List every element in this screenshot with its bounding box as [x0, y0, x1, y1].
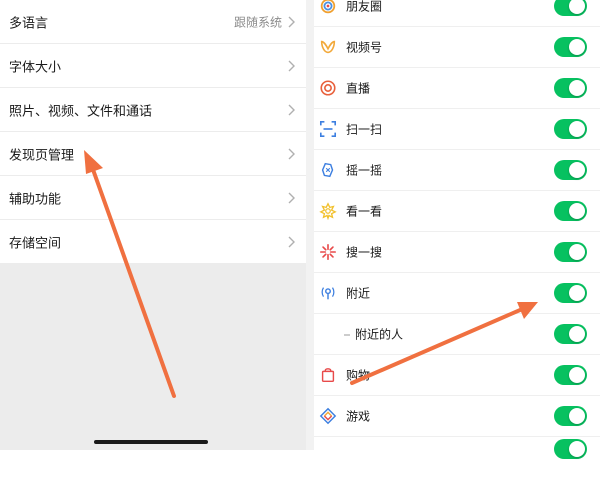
discover-row-shake: 摇一摇 — [314, 150, 600, 191]
discover-row-live: 直播 — [314, 68, 600, 109]
discover-row-games: 游戏 — [314, 396, 600, 437]
discover-row-scan: 扫一扫 — [314, 109, 600, 150]
games-icon — [319, 407, 337, 425]
discover-row-label: 扫一扫 — [346, 122, 383, 137]
live-icon — [320, 80, 336, 96]
discover-row-top-stories: 看一看 — [314, 191, 600, 232]
discover-row-moments: 朋友圈 — [314, 0, 600, 27]
settings-row-label: 发现页管理 — [9, 148, 75, 163]
discover-row-people-nearby: 附近的人 — [314, 314, 600, 355]
settings-row-storage[interactable]: 存储空间 — [0, 220, 306, 264]
discover-management-panel: 朋友圈 视频号 直播 扫一扫 摇一摇 看一看 搜一搜 附近 附近的人 购物 游戏 — [314, 0, 600, 459]
settings-row-media-calls[interactable]: 照片、视频、文件和通话 — [0, 88, 306, 132]
toggle-knob — [569, 285, 585, 301]
toggle-knob — [569, 203, 585, 219]
settings-row-label: 存储空间 — [9, 236, 62, 252]
moments-toggle[interactable] — [554, 0, 587, 16]
toggle-knob — [569, 80, 585, 96]
chevron-right-icon — [288, 16, 295, 28]
discover-row-label: 附近 — [346, 286, 371, 301]
chevron-right-icon — [288, 60, 295, 71]
nearby-icon — [321, 287, 335, 300]
toggle-knob — [569, 326, 585, 342]
channels-icon — [320, 40, 336, 54]
discover-row-label: 朋友圈 — [346, 0, 383, 14]
settings-row-label: 辅助功能 — [9, 192, 62, 207]
toggle-knob — [569, 408, 585, 424]
chevron-right-icon — [288, 192, 295, 203]
chevron-right-icon — [288, 104, 295, 115]
discover-row-label: 搜一搜 — [346, 245, 383, 260]
discover-row-label: 视频号 — [346, 40, 383, 55]
settings-row-value: 跟随系统 — [233, 15, 282, 30]
settings-list: 多语言 跟随系统 字体大小 照片、视频、文件和通话 发现页管理 辅助功能 存储空… — [0, 0, 306, 264]
settings-row-label: 字体大小 — [9, 60, 62, 75]
settings-row-label: 多语言 — [9, 16, 49, 32]
live-toggle[interactable] — [554, 78, 587, 98]
chevron-right-icon — [288, 148, 295, 159]
discover-row-shopping: 购物 — [314, 355, 600, 396]
discover-row-label: 附近的人 — [344, 326, 403, 343]
settings-row-label: 照片、视频、文件和通话 — [9, 104, 153, 119]
scan-icon — [319, 120, 337, 138]
games-toggle[interactable] — [554, 406, 587, 426]
shopping-toggle[interactable] — [554, 365, 587, 385]
toggle-knob — [569, 367, 585, 383]
scan-toggle[interactable] — [554, 119, 587, 139]
shopping-icon — [321, 368, 335, 383]
toggle-knob — [569, 0, 585, 14]
toggle-knob — [569, 121, 585, 137]
toggle-knob — [569, 244, 585, 260]
shake-toggle[interactable] — [554, 160, 587, 180]
settings-row-discover-management[interactable]: 发现页管理 — [0, 132, 306, 176]
settings-row-language[interactable]: 多语言 跟随系统 — [0, 0, 306, 44]
channels-toggle[interactable] — [554, 37, 587, 57]
partial-toggle[interactable] — [554, 439, 587, 459]
discover-row-search: 搜一搜 — [314, 232, 600, 273]
toggle-knob — [569, 441, 585, 457]
search-icon — [319, 243, 337, 261]
discover-row-label: 购物 — [346, 368, 371, 383]
discover-row-label: 直播 — [346, 81, 371, 96]
search-toggle[interactable] — [554, 242, 587, 262]
discover-row-label: 游戏 — [346, 409, 371, 424]
settings-panel: 多语言 跟随系统 字体大小 照片、视频、文件和通话 发现页管理 辅助功能 存储空… — [0, 0, 306, 450]
nearby-toggle[interactable] — [554, 283, 587, 303]
top-stories-icon — [319, 202, 337, 220]
discover-row-channels: 视频号 — [314, 27, 600, 68]
discover-row-nearby: 附近 — [314, 273, 600, 314]
discover-row-label: 看一看 — [346, 204, 383, 219]
settings-row-font-size[interactable]: 字体大小 — [0, 44, 306, 88]
toggle-knob — [569, 39, 585, 55]
top-stories-toggle[interactable] — [554, 201, 587, 221]
shake-icon — [321, 162, 334, 178]
discover-row-label: 摇一摇 — [346, 163, 383, 178]
home-indicator[interactable] — [94, 440, 208, 444]
discover-row-partial — [314, 437, 600, 478]
empty-background-area — [0, 263, 306, 450]
moments-icon — [320, 0, 336, 14]
settings-row-accessibility[interactable]: 辅助功能 — [0, 176, 306, 220]
toggle-knob — [569, 162, 585, 178]
panel-divider — [306, 0, 314, 450]
chevron-right-icon — [288, 236, 295, 248]
people-nearby-toggle[interactable] — [554, 324, 587, 344]
